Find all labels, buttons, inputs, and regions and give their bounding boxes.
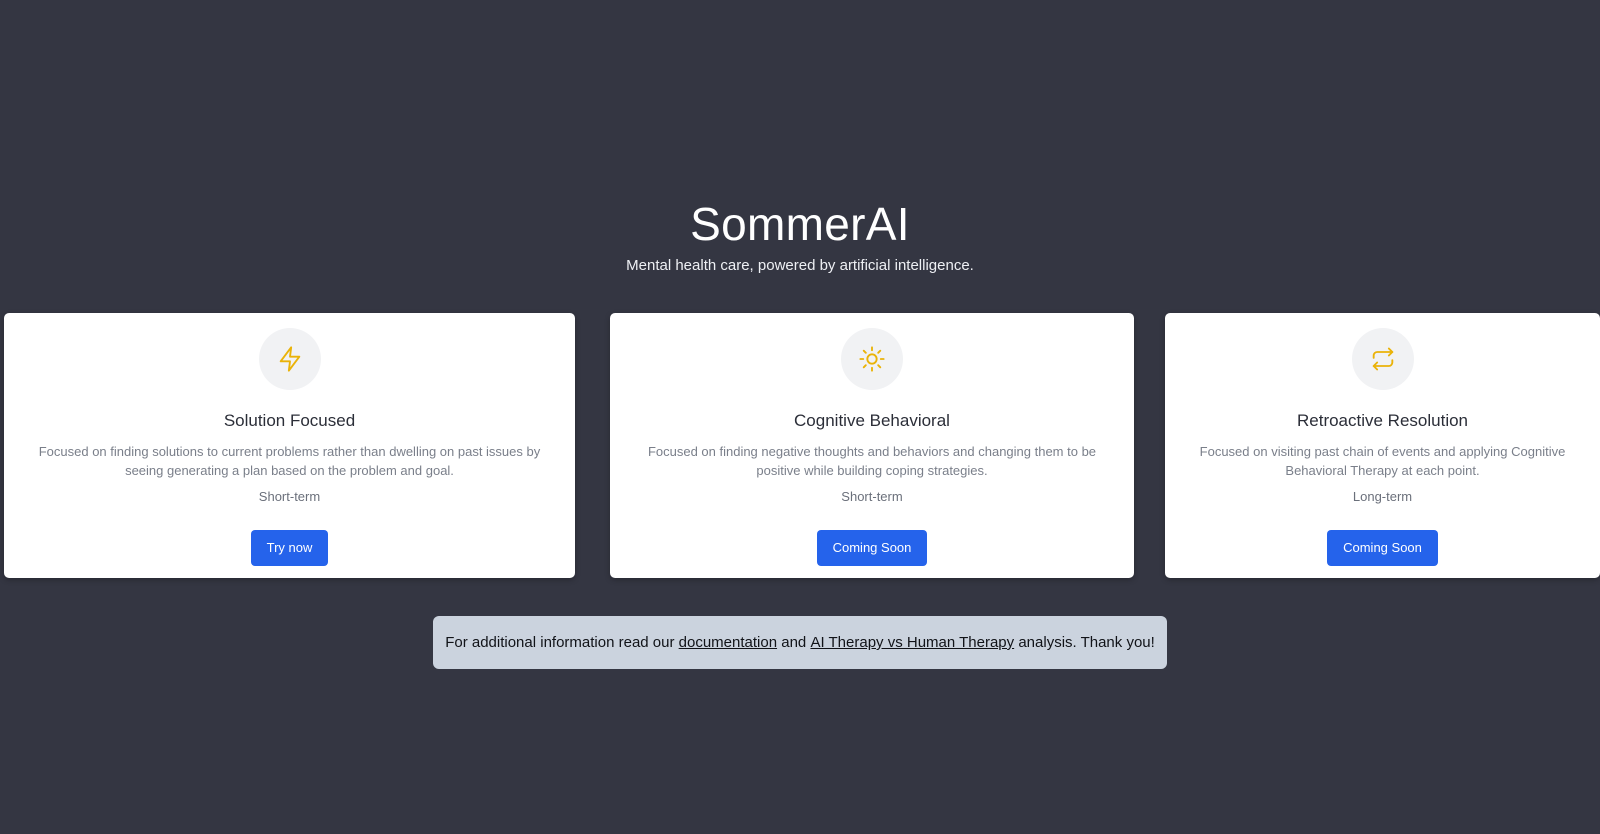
page: SommerAI Mental health care, powered by … [0,0,1600,834]
card-retroactive-resolution: Retroactive Resolution Focused on visiti… [1165,313,1600,578]
lightning-icon-circle [258,328,321,390]
card-description: Focused on finding negative thoughts and… [647,444,1097,478]
sun-icon [859,346,885,372]
info-prefix: For additional information read our [445,634,675,651]
card-term: Short-term [258,489,321,504]
ai-vs-human-therapy-link[interactable]: AI Therapy vs Human Therapy [810,634,1014,651]
card-term: Short-term [841,489,903,504]
card-description: Focused on visiting past chain of events… [1199,444,1566,478]
refresh-icon [1372,347,1393,371]
coming-soon-button[interactable]: Coming Soon [816,530,928,566]
card-title: Cognitive Behavioral [794,411,950,430]
app-subtitle: Mental health care, powered by artificia… [626,257,974,274]
info-suffix: analysis. Thank you! [1018,634,1155,651]
card-term: Long-term [1352,489,1413,504]
lightning-icon [279,346,300,372]
try-now-button[interactable]: Try now [250,530,329,566]
app-title: SommerAI [690,198,910,250]
card-cognitive-behavioral: Cognitive Behavioral Focused on finding … [610,313,1134,578]
documentation-link[interactable]: documentation [679,634,777,651]
card-description: Focused on finding solutions to current … [38,444,541,478]
refresh-icon-circle [1351,328,1414,390]
sun-icon-circle [841,328,903,390]
card-title: Retroactive Resolution [1296,411,1469,430]
hero: SommerAI Mental health care, powered by … [0,196,1600,276]
coming-soon-button[interactable]: Coming Soon [1327,530,1438,566]
info-connector: and [781,634,807,651]
info-banner: For additional information read our docu… [433,616,1167,669]
card-title: Solution Focused [223,411,356,430]
card-solution-focused: Solution Focused Focused on finding solu… [4,313,575,578]
